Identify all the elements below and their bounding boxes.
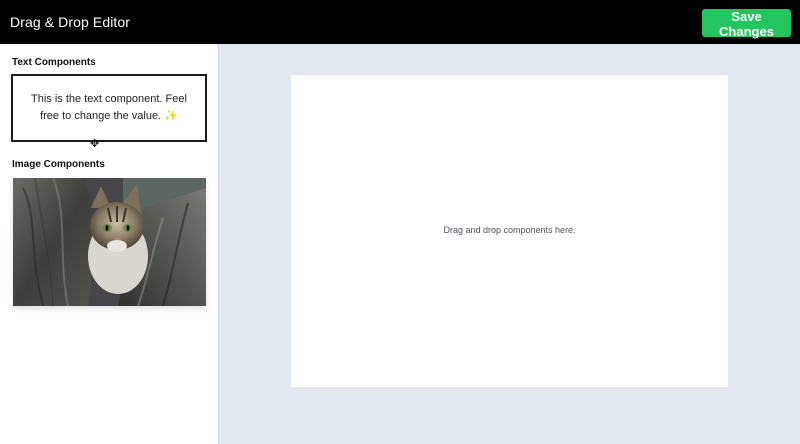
cat-photo xyxy=(13,178,206,306)
top-bar: Drag & Drop Editor Save Changes xyxy=(0,0,800,44)
move-cursor-icon: ✥ xyxy=(90,138,100,150)
image-component-card[interactable] xyxy=(13,178,206,306)
text-components-heading: Text Components xyxy=(12,57,96,68)
save-changes-button[interactable]: Save Changes xyxy=(702,9,791,39)
drop-zone-canvas[interactable]: Drag and drop components here. xyxy=(291,75,728,387)
text-component-content: This is the text component. Feel free to… xyxy=(31,93,187,122)
image-components-heading: Image Components xyxy=(12,159,105,170)
text-component-card[interactable]: This is the text component. Feel free to… xyxy=(11,74,207,142)
app-title: Drag & Drop Editor xyxy=(10,14,131,30)
drop-zone-placeholder: Drag and drop components here. xyxy=(443,225,576,235)
component-sidebar: Text Components This is the text compone… xyxy=(0,44,219,444)
